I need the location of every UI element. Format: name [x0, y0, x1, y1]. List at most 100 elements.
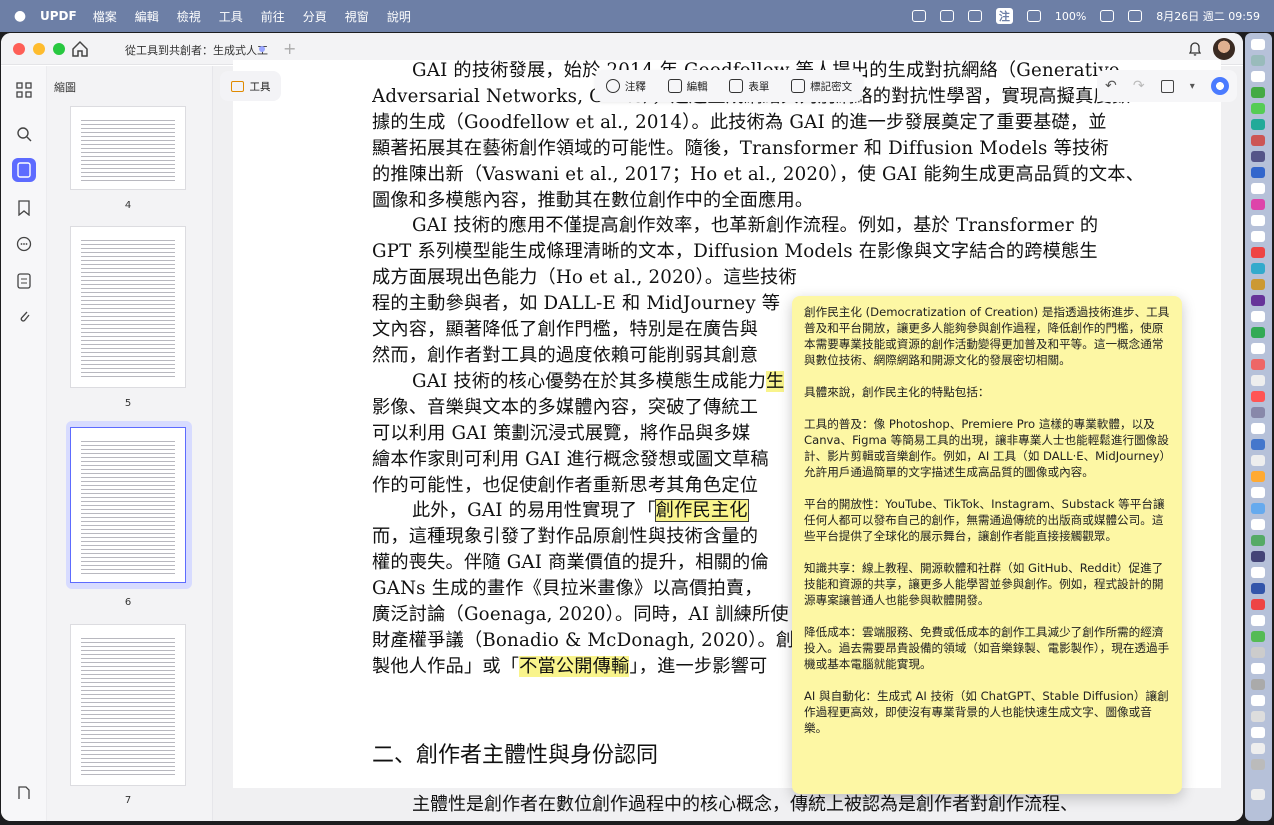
trash-icon[interactable]: [1251, 789, 1265, 800]
app-menu[interactable]: UPDF: [40, 9, 77, 23]
dock-app-icon[interactable]: [1251, 231, 1265, 242]
dock-app-icon[interactable]: [1251, 423, 1265, 434]
document-tab[interactable]: 從工具到共創者：生成式人工: [125, 42, 268, 58]
dock-app-icon[interactable]: [1251, 103, 1265, 114]
page-thumbnail-7[interactable]: [70, 624, 186, 786]
sidebar-settings-icon[interactable]: [12, 781, 36, 805]
dock-app-icon[interactable]: [1251, 343, 1265, 354]
dock-app-icon[interactable]: [1251, 87, 1265, 98]
edit-button[interactable]: 編輯: [667, 79, 708, 94]
page-thumbnail-5[interactable]: [70, 226, 186, 388]
thumbnails-icon[interactable]: [12, 158, 36, 182]
dock-app-icon[interactable]: [1251, 263, 1265, 274]
page-thumbnail-4[interactable]: [70, 106, 186, 190]
dock-app-icon[interactable]: [1251, 727, 1265, 738]
apple-menu-icon[interactable]: ●: [0, 8, 40, 24]
redact-button[interactable]: 標記密文: [791, 79, 852, 94]
user-avatar[interactable]: [1213, 38, 1235, 60]
menu-help[interactable]: 說明: [387, 8, 411, 25]
menu-tools[interactable]: 工具: [219, 8, 243, 25]
cloud-icon[interactable]: [911, 10, 926, 22]
dock-app-icon[interactable]: [1251, 199, 1265, 210]
dock-app-icon[interactable]: [1251, 71, 1265, 82]
dock-app-icon[interactable]: [1251, 615, 1265, 626]
dock-app-icon[interactable]: [1251, 583, 1265, 594]
close-window-button[interactable]: [13, 42, 25, 55]
dock-app-icon[interactable]: [1251, 359, 1265, 370]
dock-app-icon[interactable]: [1251, 167, 1265, 178]
dock-app-icon[interactable]: [1251, 327, 1265, 338]
page-thumbnail-6[interactable]: [70, 427, 186, 583]
search-icon[interactable]: [967, 10, 982, 22]
chevron-down-icon[interactable]: ▾: [1190, 81, 1195, 92]
dock-app-icon[interactable]: [1251, 295, 1265, 306]
menu-window[interactable]: 視窗: [345, 8, 369, 25]
selected-highlight[interactable]: 創作民主化: [654, 499, 749, 523]
comment-button[interactable]: 注釋: [605, 79, 646, 94]
highlight-phrase[interactable]: 不當公開傳輸: [519, 655, 630, 677]
dock-app-icon[interactable]: [1251, 247, 1265, 258]
sticky-note-popup[interactable]: 創作民主化 (Democratization of Creation) 是指透過…: [792, 296, 1182, 794]
dock-app-icon[interactable]: [1251, 439, 1265, 450]
dock-app-icon[interactable]: [1251, 567, 1265, 578]
dock-app-icon[interactable]: [1251, 183, 1265, 194]
menu-go[interactable]: 前往: [261, 8, 285, 25]
save-icon[interactable]: [1160, 79, 1174, 93]
dock-app-icon[interactable]: [1251, 151, 1265, 162]
home-icon[interactable]: [71, 40, 89, 58]
dock-app-icon[interactable]: [1251, 679, 1265, 690]
screen-icon[interactable]: [939, 10, 954, 22]
dock-app-icon[interactable]: [1251, 487, 1265, 498]
dock-app-icon[interactable]: [1251, 311, 1265, 322]
dock-app-icon[interactable]: [1251, 407, 1265, 418]
menu-edit[interactable]: 編輯: [135, 8, 159, 25]
dock-app-icon[interactable]: [1251, 119, 1265, 130]
comments-icon[interactable]: [12, 232, 36, 256]
dock-app-icon[interactable]: [1251, 455, 1265, 466]
dock-app-icon[interactable]: [1251, 631, 1265, 642]
search-icon[interactable]: [12, 122, 36, 146]
dock-app-icon[interactable]: [1251, 759, 1265, 770]
dock-app-icon[interactable]: [1251, 711, 1265, 722]
clock[interactable]: 8月26日 週二 09:59: [1156, 8, 1260, 24]
input-method-badge[interactable]: 注: [995, 8, 1013, 24]
menu-tab[interactable]: 分頁: [303, 8, 327, 25]
ai-assistant-icon[interactable]: [1210, 77, 1229, 95]
tool-button[interactable]: 工具: [220, 71, 281, 101]
dock-app-icon[interactable]: [1251, 55, 1265, 66]
control-center-icon[interactable]: [1128, 10, 1143, 22]
dock-app-icon[interactable]: [1251, 551, 1265, 562]
new-tab-button[interactable]: +: [283, 39, 296, 58]
bookmark-icon[interactable]: [12, 196, 36, 220]
dock-app-icon[interactable]: [1251, 535, 1265, 546]
minimize-window-button[interactable]: [33, 42, 45, 55]
undo-icon[interactable]: ↶: [1105, 78, 1117, 94]
menu-file[interactable]: 檔案: [93, 8, 117, 25]
form-button[interactable]: 表單: [729, 79, 769, 94]
dock-app-icon[interactable]: [1251, 599, 1265, 610]
dock-app-icon[interactable]: [1251, 391, 1265, 402]
dock-app-icon[interactable]: [1251, 39, 1265, 50]
dock-app-icon[interactable]: [1251, 647, 1265, 658]
grid-view-icon[interactable]: [12, 78, 36, 102]
wifi-icon[interactable]: [1026, 10, 1041, 22]
dock-app-icon[interactable]: [1251, 695, 1265, 706]
text-line: 顯著拓展其在藝術創作領域的可能性。隨後，Transformer 和 Diffus…: [372, 137, 1109, 159]
dock-app-icon[interactable]: [1251, 503, 1265, 514]
attachments-icon[interactable]: [12, 269, 36, 293]
battery-icon[interactable]: [1100, 10, 1115, 22]
dock-app-icon[interactable]: [1251, 215, 1265, 226]
zoom-window-button[interactable]: [53, 42, 65, 55]
menu-view[interactable]: 檢視: [177, 8, 201, 25]
bell-icon[interactable]: [1187, 41, 1203, 57]
dock-app-icon[interactable]: [1251, 135, 1265, 146]
redo-icon[interactable]: ↷: [1133, 78, 1145, 94]
dock-app-icon[interactable]: [1251, 519, 1265, 530]
dock-app-icon[interactable]: [1251, 279, 1265, 290]
dock-app-icon[interactable]: [1251, 471, 1265, 482]
dock-app-icon[interactable]: [1251, 375, 1265, 386]
paperclip-icon[interactable]: [12, 304, 36, 328]
dock-app-icon[interactable]: [1251, 743, 1265, 754]
dock-app-icon[interactable]: [1251, 663, 1265, 674]
highlight-mark[interactable]: 生: [766, 370, 785, 392]
